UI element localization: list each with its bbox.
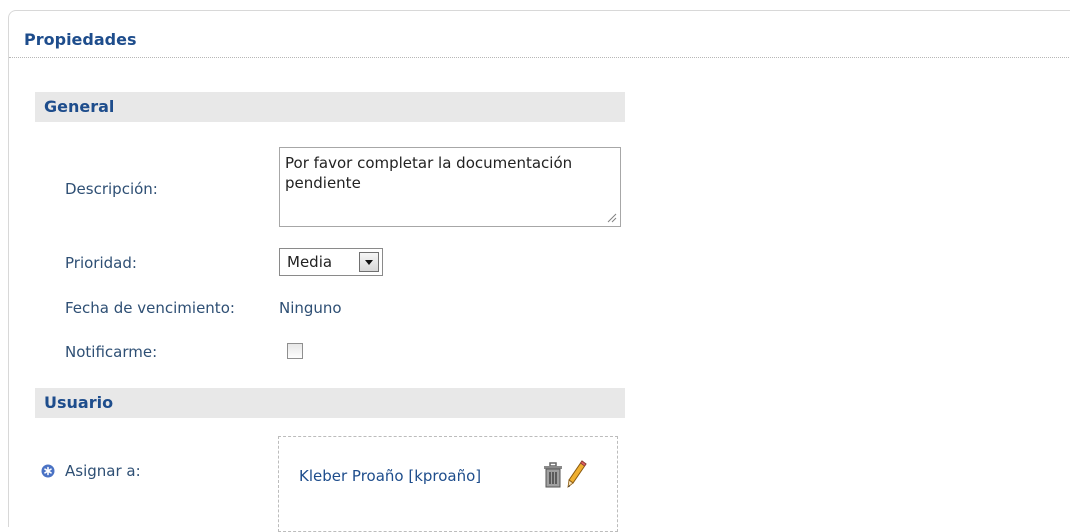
priority-selected-value: Media bbox=[287, 253, 333, 271]
notify-checkbox[interactable] bbox=[287, 343, 303, 359]
section-header-usuario: Usuario bbox=[35, 388, 625, 418]
asterisk-circle-icon bbox=[41, 464, 55, 478]
panel-title: Propiedades bbox=[24, 30, 137, 49]
resize-grip-icon[interactable] bbox=[605, 211, 617, 223]
assign-to-label: Asignar a: bbox=[65, 462, 141, 480]
properties-panel: Propiedades General Descripción: Por fav… bbox=[8, 10, 1070, 532]
assignee-dropzone[interactable]: Kleber Proaño [kproaño] bbox=[278, 436, 618, 532]
panel-divider bbox=[9, 57, 1070, 58]
priority-label: Prioridad: bbox=[65, 254, 137, 272]
due-date-value: Ninguno bbox=[279, 299, 342, 317]
chevron-down-icon[interactable] bbox=[359, 252, 379, 272]
description-textarea[interactable]: Por favor completar la documentación pen… bbox=[279, 147, 621, 227]
trash-icon[interactable] bbox=[543, 462, 563, 488]
due-date-label: Fecha de vencimiento: bbox=[65, 299, 235, 317]
description-label: Descripción: bbox=[65, 180, 158, 198]
assigned-user-name: Kleber Proaño [kproaño] bbox=[299, 467, 482, 485]
pencil-icon[interactable] bbox=[566, 459, 588, 489]
priority-select[interactable]: Media bbox=[279, 248, 383, 276]
section-header-general: General bbox=[35, 92, 625, 122]
notify-label: Notificarme: bbox=[65, 343, 158, 361]
